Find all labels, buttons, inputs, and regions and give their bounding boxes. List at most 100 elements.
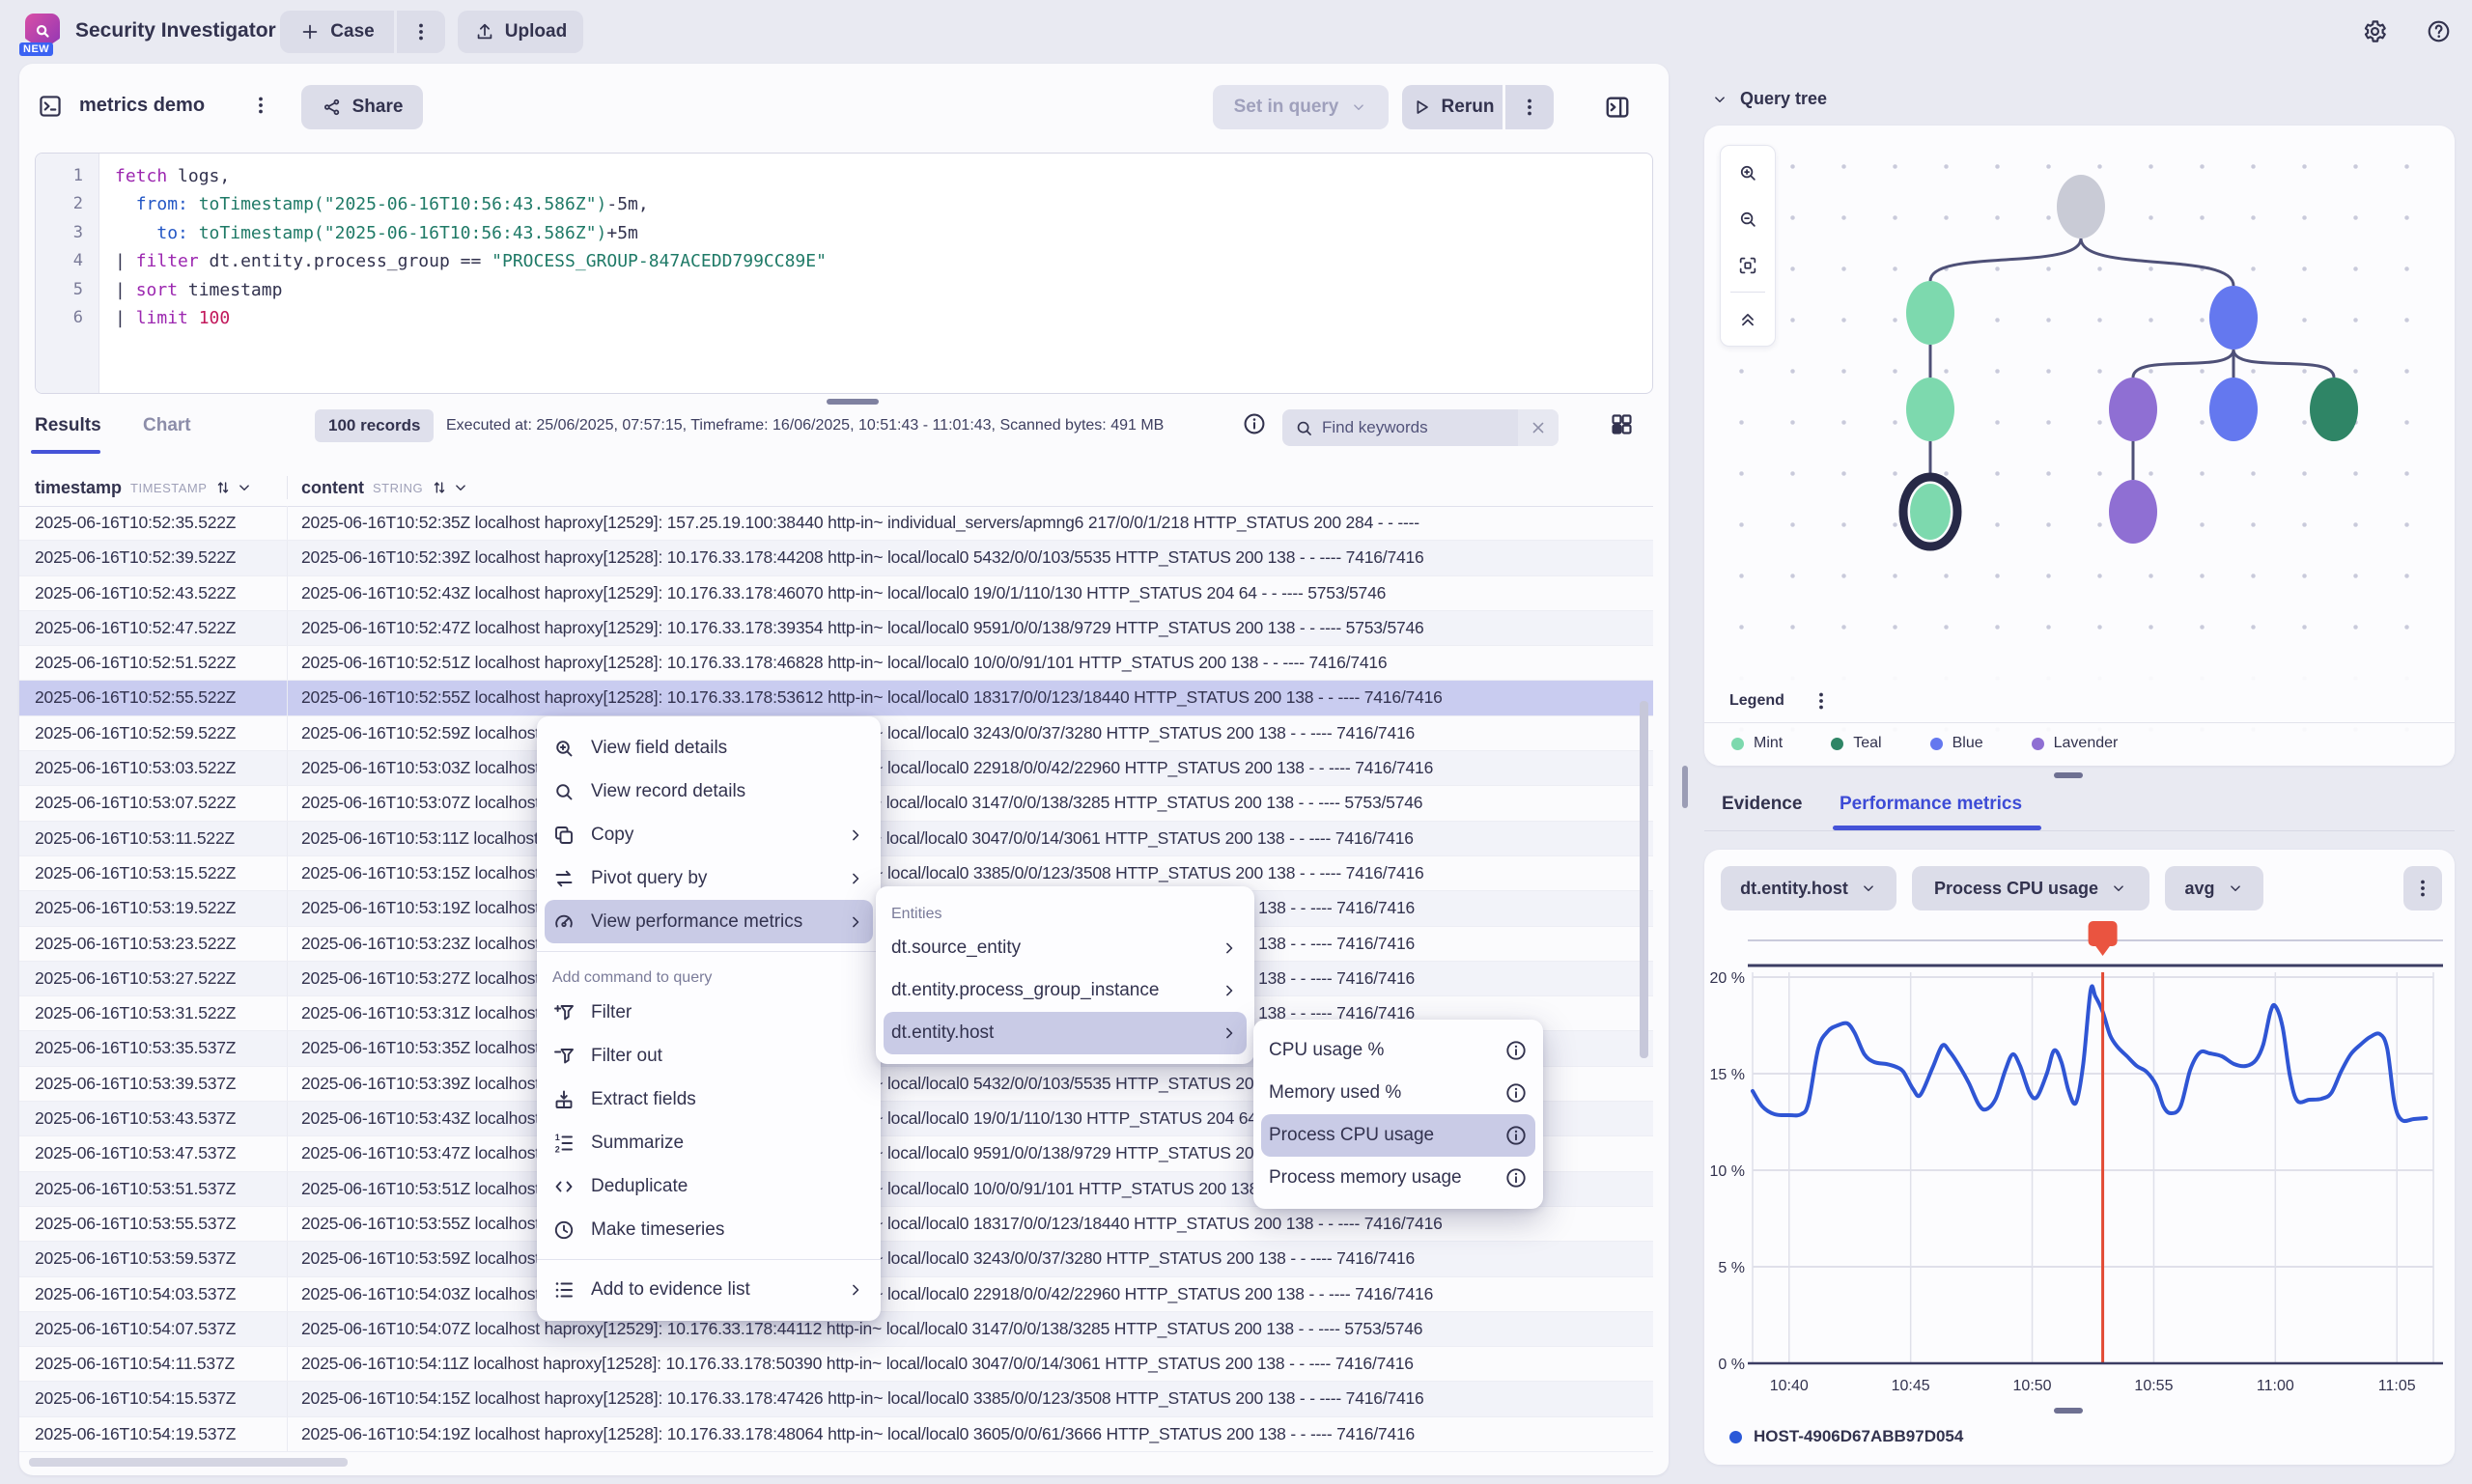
content-cell[interactable]: 2025-06-16T10:53:59Z localhost haproxy[1… bbox=[287, 1242, 1653, 1275]
content-cell[interactable]: 2025-06-16T10:53:03Z localhost haproxy[1… bbox=[287, 751, 1653, 785]
menu-item-view-record-details[interactable]: View record details bbox=[537, 770, 881, 813]
menu-item-cpu-usage[interactable]: CPU usage % bbox=[1253, 1029, 1543, 1072]
timestamp-cell[interactable]: 2025-06-16T10:54:07.537Z bbox=[19, 1312, 287, 1346]
tree-node-b2[interactable] bbox=[2209, 378, 2258, 441]
code-line[interactable]: | filter dt.entity.process_group == "PRO… bbox=[115, 247, 827, 275]
content-cell[interactable]: 2025-06-16T10:53:55Z localhost haproxy[1… bbox=[287, 1207, 1653, 1241]
content-cell[interactable]: 2025-06-16T10:52:39Z localhost haproxy[1… bbox=[287, 541, 1653, 574]
timestamp-cell[interactable]: 2025-06-16T10:52:55.522Z bbox=[19, 681, 287, 714]
menu-item-filter[interactable]: Filter bbox=[537, 991, 881, 1034]
table-row[interactable]: 2025-06-16T10:52:35.522Z2025-06-16T10:52… bbox=[19, 506, 1653, 541]
code-line[interactable]: from: toTimestamp("2025-06-16T10:56:43.5… bbox=[115, 190, 827, 218]
table-row[interactable]: 2025-06-16T10:52:47.522Z2025-06-16T10:52… bbox=[19, 611, 1653, 646]
chevron-down-icon[interactable] bbox=[452, 479, 469, 496]
sort-icon[interactable] bbox=[431, 479, 448, 496]
timestamp-cell[interactable]: 2025-06-16T10:54:15.537Z bbox=[19, 1382, 287, 1415]
settings-gear-icon[interactable] bbox=[2362, 18, 2388, 44]
vertical-scrollbar[interactable] bbox=[1640, 701, 1648, 1058]
table-row[interactable]: 2025-06-16T10:52:43.522Z2025-06-16T10:52… bbox=[19, 576, 1653, 611]
tree-node-l1[interactable] bbox=[2109, 378, 2157, 441]
tab-performance-metrics[interactable]: Performance metrics bbox=[1840, 794, 2022, 815]
timestamp-cell[interactable]: 2025-06-16T10:53:15.522Z bbox=[19, 856, 287, 890]
horizontal-scrollbar[interactable] bbox=[29, 1458, 348, 1467]
upload-button[interactable]: Upload bbox=[458, 11, 583, 53]
info-icon[interactable] bbox=[1504, 1039, 1528, 1062]
query-editor[interactable]: 123456 fetch logs, from: toTimestamp("20… bbox=[35, 153, 1653, 394]
timestamp-cell[interactable]: 2025-06-16T10:52:59.522Z bbox=[19, 716, 287, 750]
timestamp-cell[interactable]: 2025-06-16T10:52:35.522Z bbox=[19, 506, 287, 540]
sort-icon[interactable] bbox=[214, 479, 232, 496]
code-line[interactable]: to: toTimestamp("2025-06-16T10:56:43.586… bbox=[115, 219, 827, 247]
table-row[interactable]: 2025-06-16T10:54:11.537Z2025-06-16T10:54… bbox=[19, 1347, 1653, 1382]
table-row[interactable]: 2025-06-16T10:52:39.522Z2025-06-16T10:52… bbox=[19, 541, 1653, 575]
editor-code[interactable]: fetch logs, from: toTimestamp("2025-06-1… bbox=[99, 154, 827, 393]
help-icon[interactable] bbox=[2426, 18, 2452, 44]
menu-item-add-to-evidence-list[interactable]: Add to evidence list bbox=[537, 1268, 881, 1311]
timestamp-cell[interactable]: 2025-06-16T10:54:19.537Z bbox=[19, 1417, 287, 1451]
timestamp-cell[interactable]: 2025-06-16T10:53:59.537Z bbox=[19, 1242, 287, 1275]
content-cell[interactable]: 2025-06-16T10:54:11Z localhost haproxy[1… bbox=[287, 1347, 1653, 1381]
content-cell[interactable]: 2025-06-16T10:54:07Z localhost haproxy[1… bbox=[287, 1312, 1653, 1346]
info-icon[interactable] bbox=[1504, 1081, 1528, 1105]
tree-node-m1[interactable] bbox=[1906, 281, 1954, 345]
content-cell[interactable]: 2025-06-16T10:54:15Z localhost haproxy[1… bbox=[287, 1382, 1653, 1415]
collapse-panel-icon[interactable] bbox=[1603, 93, 1632, 122]
tree-node-l2[interactable] bbox=[2109, 480, 2157, 544]
timestamp-cell[interactable]: 2025-06-16T10:53:39.537Z bbox=[19, 1067, 287, 1101]
menu-item-make-timeseries[interactable]: Make timeseries bbox=[537, 1208, 881, 1251]
column-header-timestamp[interactable]: timestamp TIMESTAMP bbox=[19, 478, 287, 498]
tab-evidence[interactable]: Evidence bbox=[1722, 794, 1802, 815]
menu-item-copy[interactable]: Copy bbox=[537, 813, 881, 856]
menu-item-deduplicate[interactable]: Deduplicate bbox=[537, 1164, 881, 1208]
timestamp-cell[interactable]: 2025-06-16T10:53:51.537Z bbox=[19, 1172, 287, 1206]
menu-item-view-field-details[interactable]: View field details bbox=[537, 726, 881, 770]
menu-item-summarize[interactable]: 12Summarize bbox=[537, 1121, 881, 1164]
menu-item-pivot-query-by[interactable]: Pivot query by bbox=[537, 856, 881, 900]
timestamp-cell[interactable]: 2025-06-16T10:52:51.522Z bbox=[19, 646, 287, 680]
timestamp-cell[interactable]: 2025-06-16T10:52:47.522Z bbox=[19, 611, 287, 645]
tree-resize-handle[interactable] bbox=[2054, 772, 2083, 778]
content-cell[interactable]: 2025-06-16T10:52:47Z localhost haproxy[1… bbox=[287, 611, 1653, 645]
info-icon[interactable] bbox=[1504, 1124, 1528, 1147]
content-cell[interactable]: 2025-06-16T10:52:51Z localhost haproxy[1… bbox=[287, 646, 1653, 680]
panel-resize-handle[interactable] bbox=[1682, 766, 1688, 808]
table-row[interactable]: 2025-06-16T10:54:19.537Z2025-06-16T10:54… bbox=[19, 1417, 1653, 1452]
table-views-icon[interactable] bbox=[1609, 411, 1635, 437]
code-line[interactable]: | sort timestamp bbox=[115, 276, 827, 304]
content-cell[interactable]: 2025-06-16T10:53:15Z localhost haproxy[1… bbox=[287, 856, 1653, 890]
query-tree-canvas[interactable]: Legend MintTealBlueLavender bbox=[1704, 126, 2455, 766]
timestamp-cell[interactable]: 2025-06-16T10:53:47.537Z bbox=[19, 1136, 287, 1170]
entity-selector[interactable]: dt.entity.host bbox=[1721, 866, 1896, 910]
timestamp-cell[interactable]: 2025-06-16T10:53:27.522Z bbox=[19, 962, 287, 995]
clear-search-button[interactable] bbox=[1518, 409, 1559, 446]
metric-selector[interactable]: Process CPU usage bbox=[1912, 866, 2149, 910]
content-cell[interactable]: 2025-06-16T10:53:11Z localhost haproxy[1… bbox=[287, 822, 1653, 855]
column-header-content[interactable]: content STRING bbox=[287, 476, 469, 499]
menu-item-filter-out[interactable]: Filter out bbox=[537, 1034, 881, 1078]
code-line[interactable]: | limit 100 bbox=[115, 304, 827, 332]
workspace-menu-icon[interactable] bbox=[249, 94, 272, 117]
content-cell[interactable]: 2025-06-16T10:52:35Z localhost haproxy[1… bbox=[287, 506, 1653, 540]
timestamp-cell[interactable]: 2025-06-16T10:53:43.537Z bbox=[19, 1102, 287, 1135]
chart-resize-handle[interactable] bbox=[2054, 1408, 2083, 1414]
timestamp-cell[interactable]: 2025-06-16T10:53:35.537Z bbox=[19, 1031, 287, 1065]
timestamp-cell[interactable]: 2025-06-16T10:52:39.522Z bbox=[19, 541, 287, 574]
table-row[interactable]: 2025-06-16T10:52:55.522Z2025-06-16T10:52… bbox=[19, 681, 1653, 715]
chevron-down-icon[interactable] bbox=[236, 479, 253, 496]
tree-node-b1[interactable] bbox=[2209, 286, 2258, 350]
content-cell[interactable]: 2025-06-16T10:52:43Z localhost haproxy[1… bbox=[287, 576, 1653, 610]
timestamp-cell[interactable]: 2025-06-16T10:53:03.522Z bbox=[19, 751, 287, 785]
menu-item-extract-fields[interactable]: Extract fields bbox=[537, 1078, 881, 1121]
chart-menu-button[interactable] bbox=[2403, 866, 2442, 910]
code-line[interactable]: fetch logs, bbox=[115, 162, 827, 190]
tree-node-m3[interactable] bbox=[1910, 484, 1951, 540]
editor-resize-handle[interactable] bbox=[827, 399, 879, 405]
tab-chart[interactable]: Chart bbox=[143, 415, 191, 436]
set-in-query-button[interactable]: Set in query bbox=[1213, 85, 1389, 129]
timestamp-cell[interactable]: 2025-06-16T10:53:23.522Z bbox=[19, 927, 287, 961]
timestamp-cell[interactable]: 2025-06-16T10:54:11.537Z bbox=[19, 1347, 287, 1381]
query-tree-graph[interactable] bbox=[1704, 126, 2455, 666]
query-tree-header[interactable]: Query tree bbox=[1711, 89, 1827, 109]
menu-item-view-performance-metrics[interactable]: View performance metrics bbox=[545, 900, 873, 943]
timeframe-pin[interactable] bbox=[2089, 921, 2118, 946]
